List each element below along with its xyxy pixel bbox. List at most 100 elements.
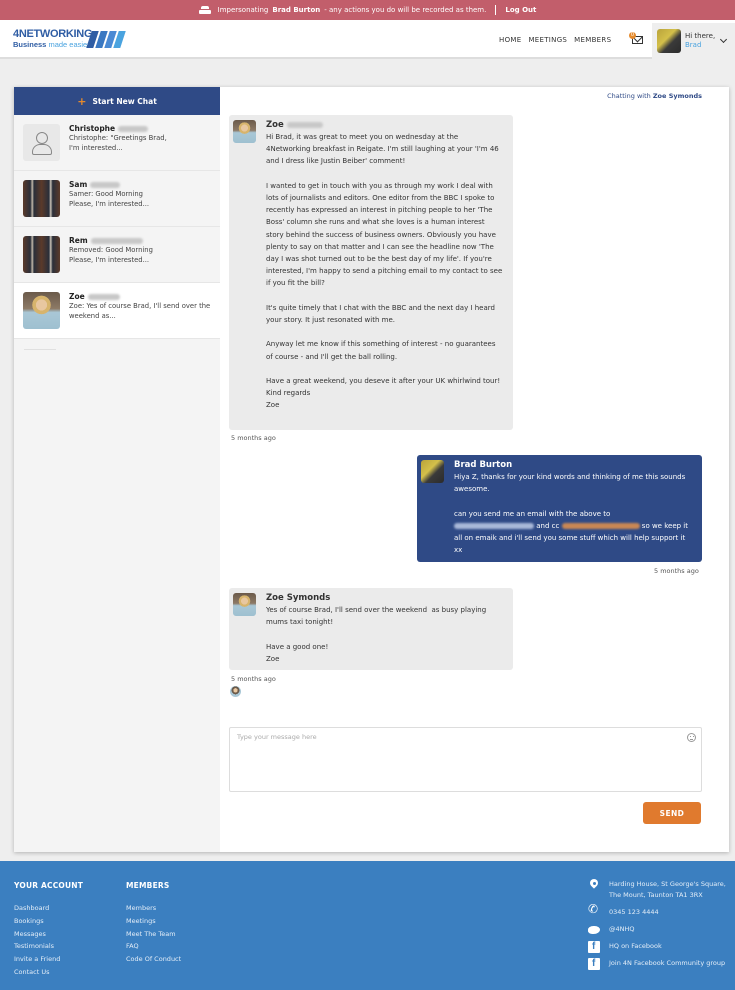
start-new-chat-button[interactable]: + Start New Chat <box>14 87 220 115</box>
logo[interactable]: 4NETWORKING Business made easier. <box>13 29 128 53</box>
message-bubble: Zoe Hi Brad, it was great to meet you on… <box>229 115 513 430</box>
logout-link[interactable]: Log Out <box>505 6 536 14</box>
incognito-icon <box>198 5 211 15</box>
redacted-email <box>454 522 534 529</box>
conversation-avatar <box>23 180 60 217</box>
message-timestamp: 5 months ago <box>231 434 276 442</box>
footer-link-testimonials[interactable]: Testimonials <box>14 940 83 953</box>
conversation-item[interactable]: Christophe Christophe: "Greetings Brad, I… <box>14 115 220 171</box>
message-body: Hi Brad, it was great to meet you on wed… <box>266 133 503 410</box>
message-input-placeholder: Type your message here <box>237 733 317 741</box>
message-body: Yes of course Brad, I'll send over the w… <box>266 606 487 663</box>
conversation-name: Sam <box>69 180 149 190</box>
message-timestamp: 5 months ago <box>231 675 276 683</box>
message-input[interactable]: Type your message here <box>229 727 702 792</box>
messages-panel: + Start New Chat Christophe Christophe: "… <box>14 87 729 852</box>
footer-contact: Harding House, St George's Square, The M… <box>588 879 726 975</box>
sender-avatar <box>421 460 444 483</box>
conversation-avatar <box>23 292 60 329</box>
site-footer: YOUR ACCOUNT Dashboard Bookings Messages… <box>0 861 735 990</box>
footer-heading: MEMBERS <box>126 881 170 890</box>
impersonation-bar: Impersonating Brad Burton - any actions … <box>0 0 735 20</box>
footer-your-account: YOUR ACCOUNT Dashboard Bookings Messages… <box>14 881 83 979</box>
footer-address: Harding House, St George's Square, The M… <box>609 880 726 899</box>
sender-name: Zoe <box>266 120 503 131</box>
message-bubble-outgoing: Brad Burton Hiya Z, thanks for your kind… <box>417 455 702 562</box>
footer-link-bookings[interactable]: Bookings <box>14 915 83 928</box>
main-nav: HOME MEETINGS MEMBERS <box>499 36 611 44</box>
greeting-text: Hi there, <box>685 32 716 40</box>
message-bubble: Zoe Symonds Yes of course Brad, I'll sen… <box>229 588 513 670</box>
logo-mark-icon <box>86 31 126 48</box>
phone-icon <box>588 904 600 919</box>
divider <box>24 349 56 350</box>
conversation-preview: Samer: Good Morning Please, I'm interest… <box>69 190 150 208</box>
footer-link-invite[interactable]: Invite a Friend <box>14 953 83 966</box>
conversation-name: Rem <box>69 236 153 246</box>
twitter-icon <box>588 924 600 936</box>
seen-avatar <box>230 686 241 697</box>
conversation-sidebar: + Start New Chat Christophe Christophe: "… <box>14 87 220 852</box>
impersonation-suffix: - any actions you do will be recorded as… <box>324 6 487 14</box>
nav-home[interactable]: HOME <box>499 36 521 44</box>
message-body: Hiya Z, thanks for your kind words and t… <box>454 471 692 556</box>
sender-name: Brad Burton <box>454 460 513 470</box>
footer-link-dashboard[interactable]: Dashboard <box>14 902 83 915</box>
messages-button[interactable]: 0 <box>629 32 644 45</box>
user-name: Brad <box>685 41 702 49</box>
footer-facebook[interactable]: HQ on Facebook <box>609 941 662 952</box>
message-text: and cc <box>536 521 560 530</box>
sender-avatar <box>233 593 256 616</box>
facebook-icon <box>588 941 600 953</box>
conversation-name: Zoe <box>69 292 210 302</box>
emoji-icon[interactable] <box>687 733 696 742</box>
footer-link-team[interactable]: Meet The Team <box>126 928 181 941</box>
location-pin-icon <box>588 879 600 891</box>
start-new-chat-label: Start New Chat <box>92 96 157 106</box>
message-text: Hiya Z, thanks for your kind words and t… <box>454 473 686 518</box>
user-avatar <box>657 29 681 53</box>
footer-community[interactable]: Join 4N Facebook Community group <box>609 958 725 969</box>
tagline-b: made easier. <box>48 40 92 49</box>
tagline-a: Business <box>13 40 47 49</box>
conversation-item-active[interactable]: Zoe Zoe: Yes of course Brad, I'll send ov… <box>14 283 220 339</box>
user-menu[interactable]: Hi there, Brad <box>652 23 735 59</box>
footer-link-messages[interactable]: Messages <box>14 928 83 941</box>
chevron-down-icon <box>720 35 728 44</box>
conversation-name: Christophe <box>69 124 167 134</box>
footer-members: MEMBERS Members Meetings Meet The Team F… <box>126 881 181 966</box>
nav-members[interactable]: MEMBERS <box>574 36 611 44</box>
user-placeholder-icon <box>23 124 60 161</box>
message-timestamp: 5 months ago <box>654 567 699 575</box>
conversation-item[interactable]: Sam Samer: Good Morning Please, I'm inter… <box>14 171 220 227</box>
footer-phone[interactable]: 0345 123 4444 <box>609 907 659 918</box>
sender-name: Zoe Symonds <box>266 593 331 603</box>
facebook-icon <box>588 958 600 970</box>
nav-meetings[interactable]: MEETINGS <box>528 36 567 44</box>
divider <box>495 5 497 15</box>
conversation-preview: Christophe: "Greetings Brad, I'm interes… <box>69 134 167 152</box>
footer-twitter[interactable]: @4NHQ <box>609 924 635 935</box>
chat-area: Chatting with Zoe Symonds Zoe Hi Brad, i… <box>220 87 729 852</box>
conversation-avatar <box>23 236 60 273</box>
footer-link-contact[interactable]: Contact Us <box>14 966 83 979</box>
site-header: 4NETWORKING Business made easier. HOME M… <box>0 20 735 59</box>
conversation-item[interactable]: Rem Removed: Good Morning Please, I'm int… <box>14 227 220 283</box>
impersonated-user: Brad Burton <box>272 6 321 14</box>
sender-avatar <box>233 120 256 143</box>
footer-link-conduct[interactable]: Code Of Conduct <box>126 953 181 966</box>
chatting-with: Chatting with Zoe Symonds <box>607 92 702 100</box>
user-greeting: Hi there, Brad <box>685 32 715 50</box>
conversation-preview: Zoe: Yes of course Brad, I'll send over … <box>69 302 211 320</box>
plus-icon: + <box>77 94 87 108</box>
impersonation-prefix: Impersonating <box>217 6 269 14</box>
conversation-preview: Removed: Good Morning Please, I'm intere… <box>69 246 153 264</box>
chatting-prefix: Chatting with <box>607 92 651 100</box>
redacted-email <box>561 522 640 529</box>
footer-link-meetings[interactable]: Meetings <box>126 915 181 928</box>
unread-badge: 0 <box>629 32 636 39</box>
send-button[interactable]: SEND <box>643 802 701 824</box>
footer-link-faq[interactable]: FAQ <box>126 940 181 953</box>
footer-heading: YOUR ACCOUNT <box>14 881 84 890</box>
footer-link-members[interactable]: Members <box>126 902 181 915</box>
